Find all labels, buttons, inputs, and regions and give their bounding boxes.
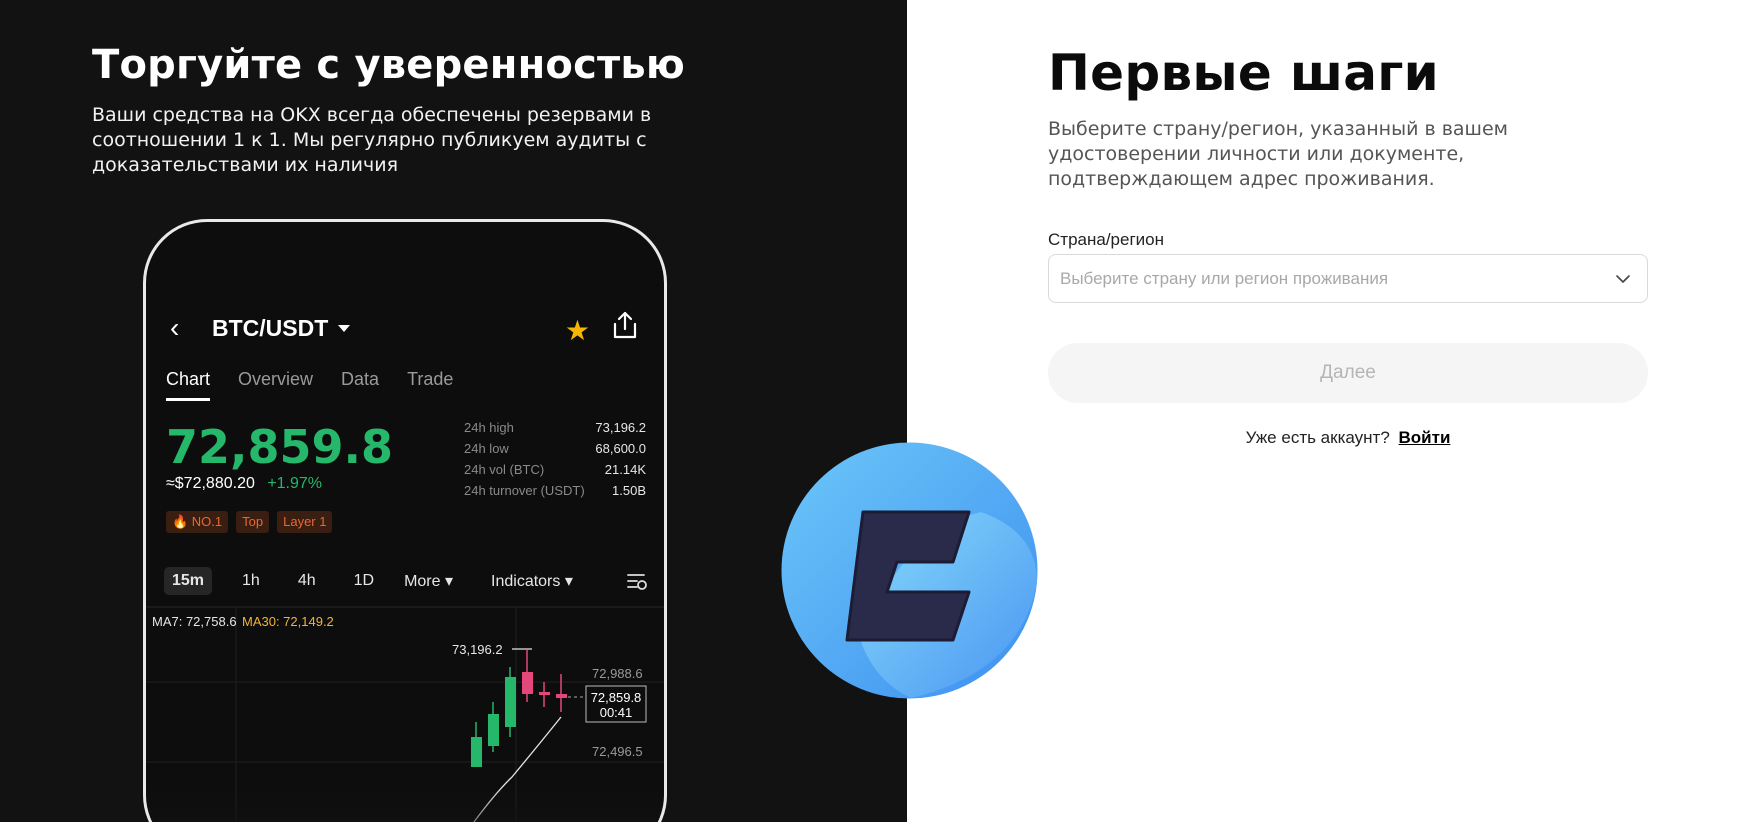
caret-down-icon (338, 324, 351, 332)
countdown-tag: 00:41 (600, 705, 633, 720)
high-marker-label: 73,196.2 (452, 642, 503, 657)
tab-chart: Chart (166, 369, 211, 401)
timeframe-1h: 1h (242, 572, 260, 589)
phone-tags: 🔥 NO.1 Top Layer 1 (166, 511, 333, 533)
tag-top: Top (236, 511, 270, 533)
stat-label: 24h vol (BTC) (464, 462, 545, 477)
tab-trade: Trade (407, 369, 454, 389)
phone-mockup: ‹ BTC/USDT ★ Chart Overview Data Trade 7… (143, 219, 667, 822)
stat-row: 24h vol (BTC) 21.14K (464, 462, 646, 483)
stat-row: 24h high 73,196.2 (464, 420, 646, 441)
share-icon (613, 311, 637, 339)
tab-overview: Overview (238, 369, 314, 389)
stat-row: 24h low 68,600.0 (464, 441, 646, 462)
timeframe-15m: 15m (164, 567, 213, 595)
login-prompt: Уже есть аккаунт? (1245, 428, 1390, 447)
page-description: Выберите страну/регион, указанный в ваше… (1048, 118, 1508, 190)
phone-header: ‹ BTC/USDT ★ (170, 308, 640, 348)
last-price: 72,859.8 (166, 420, 393, 474)
login-prompt-row: Уже есть аккаунт? Войти (1048, 428, 1648, 448)
trading-pair: BTC/USDT (212, 314, 329, 341)
stat-value: 73,196.2 (595, 420, 646, 435)
indicators-label: Indicators (491, 573, 561, 590)
axis-label-upper: 72,988.6 (592, 666, 643, 681)
star-icon: ★ (564, 315, 590, 346)
chevron-down-icon (1616, 275, 1630, 283)
axis-label-lower: 72,496.5 (592, 744, 643, 759)
more-label: More (404, 573, 441, 590)
usd-price-line: ≈$72,880.20 +1.97% (166, 475, 322, 493)
phone-tabs: Chart Overview Data Trade (166, 369, 453, 401)
stat-label: 24h turnover (USDT) (464, 483, 585, 498)
app-logo-icon (781, 442, 1038, 699)
timeframe-1d: 1D (353, 572, 375, 589)
tag-rank: 🔥 NO.1 (166, 511, 229, 533)
stat-row: 24h turnover (USDT) 1.50B (464, 483, 646, 504)
country-select[interactable]: Выберите страну или регион проживания (1048, 254, 1648, 303)
chevron-left-icon: ‹ (170, 312, 180, 343)
ma30-label: MA30: 72,149.2 (242, 614, 334, 629)
timeframe-4h: 4h (297, 572, 316, 589)
country-label: Страна/регион (1048, 230, 1164, 249)
next-button[interactable]: Далее (1048, 343, 1648, 403)
stat-label: 24h high (464, 420, 514, 435)
market-stats: 24h high 73,196.2 24h low 68,600.0 24h v… (464, 420, 646, 504)
more-dropdown: More ▾ (404, 573, 454, 590)
stat-value: 68,600.0 (595, 441, 646, 456)
usd-price: ≈$72,880.20 (166, 475, 255, 492)
promo-headline: Торгуйте с уверенностью (92, 42, 685, 88)
stat-value: 21.14K (604, 462, 646, 477)
tag-layer: Layer 1 (277, 511, 333, 533)
page-title: Первые шаги (1048, 44, 1440, 102)
login-link[interactable]: Войти (1399, 428, 1451, 447)
chart-settings-icon (627, 574, 647, 590)
candlestick-chart: MA7: 72,758.6 MA30: 72,149.2 73,196.2 72… (146, 606, 664, 822)
price-change: +1.97% (267, 475, 323, 492)
timeframe-bar: 15m 1h 4h 1D More ▾ Indicators ▾ (164, 565, 654, 597)
promo-panel: Торгуйте с уверенностью Ваши средства на… (0, 0, 907, 822)
stat-label: 24h low (464, 441, 509, 456)
current-price-tag: 72,859.8 (591, 690, 642, 705)
promo-description: Ваши средства на OKX всегда обеспечены р… (92, 104, 652, 176)
country-placeholder: Выберите страну или регион проживания (1060, 268, 1389, 288)
indicators-dropdown: Indicators ▾ (491, 573, 573, 590)
tab-data: Data (341, 369, 380, 389)
stat-value: 1.50B (612, 483, 646, 498)
ma7-label: MA7: 72,758.6 (152, 614, 237, 629)
